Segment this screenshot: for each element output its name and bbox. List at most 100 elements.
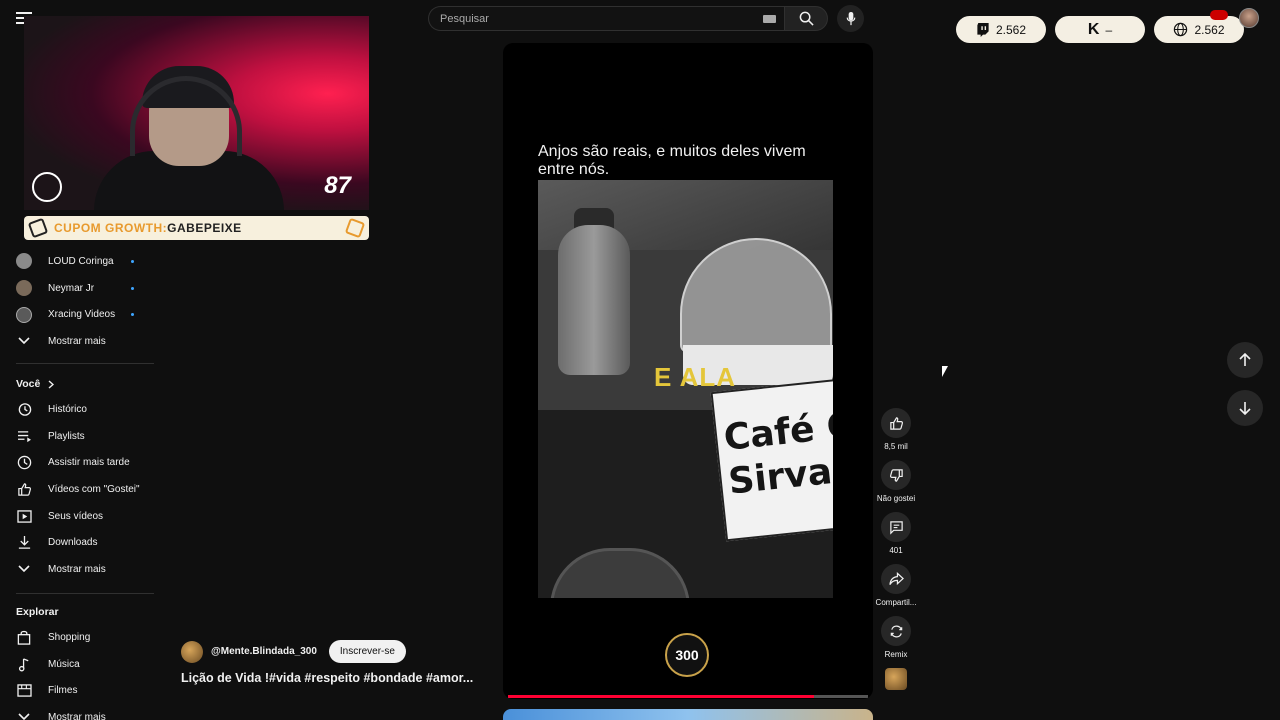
share-icon [888,572,904,586]
account-avatar[interactable] [1239,8,1259,28]
channel-logo-badge: 300 [665,633,709,677]
channel-avatar[interactable] [181,640,203,663]
sidebar-item-liked-videos[interactable]: Vídeos com "Gostei" [0,476,160,503]
like-button[interactable] [881,408,911,438]
new-content-dot [131,313,134,317]
sidebar-item-label: Seus vídeos [48,510,104,522]
sidebar-item-label: Mostrar mais [48,563,106,575]
sidebar-item-playlists[interactable]: Playlists [0,423,160,450]
subscribe-button[interactable]: Inscrever-se [328,640,406,663]
timer-icon [32,172,62,202]
twitch-viewer-count: 2.562 [995,22,1027,37]
total-viewers-pill: 2.562 [1154,16,1244,43]
share-button[interactable] [881,564,911,594]
chevron-down-icon [16,709,32,720]
next-short-button[interactable] [1227,390,1263,426]
microphone-icon [846,11,855,26]
subscriptions-list: LOUD Coringa Neymar Jr Xracing Videos Mo… [0,248,160,355]
shopping-icon [16,629,32,645]
show-more-subscriptions[interactable]: Mostrar mais [0,328,160,355]
sidebar-item-shopping[interactable]: Shopping [0,624,160,651]
sidebar-item-history[interactable]: Histórico [0,396,160,423]
sidebar-item-xracing-videos[interactable]: Xracing Videos [0,301,160,328]
explore-section-header: Explorar [0,600,160,624]
score-counter: 87 [324,172,351,199]
search-placeholder: Pesquisar [440,12,489,25]
you-section: Você Histórico Playlists Assistir mais t… [0,372,160,583]
arrow-up-icon [1239,353,1251,366]
twitch-icon [977,22,989,37]
sidebar-item-loud-coringa[interactable]: LOUD Coringa [0,248,160,275]
you-section-header[interactable]: Você [0,372,160,396]
show-more-you[interactable]: Mostrar mais [0,556,160,583]
comments-button[interactable] [881,512,911,542]
dislike-button[interactable] [881,460,911,490]
shorts-player[interactable]: Anjos são reais, e muitos deles vivem en… [503,43,873,699]
channel-avatar [16,280,32,297]
section-title: Você [16,378,41,390]
channel-name[interactable]: @Mente.Blindada_300 [211,646,317,657]
globe-icon [1174,22,1188,37]
share-action: Compartil... [876,564,916,616]
voice-search-button[interactable] [837,5,864,32]
tag-icon [27,217,49,239]
dislike-action: Não gostei [876,460,916,512]
sidebar-item-label: Filmes [48,685,78,697]
sidebar-item-your-videos[interactable]: Seus vídeos [0,503,160,530]
sidebar-item-movies[interactable]: Filmes [0,677,160,704]
music-icon [16,656,32,672]
previous-short-button[interactable] [1227,342,1263,378]
dislike-label: Não gostei [876,494,916,503]
search-input[interactable]: Pesquisar [428,6,784,31]
arrow-down-icon [1239,402,1251,415]
sidebar-item-label: Shopping [48,631,91,643]
kick-viewer-count: – [1105,22,1113,37]
sidebar-item-label: Neymar Jr [48,282,95,294]
notification-badge[interactable] [1210,10,1228,20]
search-button[interactable] [784,6,828,31]
tag-icon [344,217,366,239]
watch-later-icon [16,455,32,471]
keyboard-icon[interactable] [763,15,776,23]
channel-avatar [16,253,32,270]
download-icon [16,535,32,551]
sidebar-item-label: Música [48,658,80,670]
section-title: Explorar [16,606,59,618]
sidebar-divider [16,593,154,594]
playlists-icon [16,428,32,444]
shorts-actions: 8,5 mil Não gostei 401 Compartil... Remi… [876,408,916,668]
next-short-preview[interactable] [503,709,873,720]
sidebar-item-music[interactable]: Música [0,651,160,678]
show-more-explore[interactable]: Mostrar mais [0,704,160,720]
new-content-dot [131,259,134,263]
twitch-viewers-pill: 2.562 [956,16,1046,43]
sidebar-item-label: Histórico [48,403,87,415]
mouse-cursor [942,366,948,377]
like-icon [16,481,32,497]
remix-action: Remix [876,616,916,668]
share-label: Compartil... [875,598,917,607]
audio-source-thumbnail[interactable] [885,668,907,690]
video-overlay-text: E ALA [654,362,737,392]
search-bar: Pesquisar [428,6,828,31]
sidebar-item-label: Mostrar mais [48,711,106,720]
coupon-prefix: CUPOM GROWTH: [54,221,168,235]
sidebar-item-downloads[interactable]: Downloads [0,529,160,556]
coupon-banner: CUPOM GROWTH: GABEPEIXE [24,216,369,240]
chevron-right-icon [48,379,55,389]
like-count: 8,5 mil [884,442,908,451]
chevron-down-icon [16,561,32,577]
chevron-down-icon [16,333,32,349]
dislike-icon [889,468,903,482]
remix-icon [890,625,902,637]
sidebar-item-neymar-jr[interactable]: Neymar Jr [0,275,160,302]
sidebar-item-label: Playlists [48,430,85,442]
sidebar-item-watch-later[interactable]: Assistir mais tarde [0,449,160,476]
video-progress-fill [508,695,814,698]
video-progress-bar[interactable] [508,695,868,698]
video-title[interactable]: Lição de Vida !#vida #respeito #bondade … [181,671,473,685]
channel-row: @Mente.Blindada_300 Inscrever-se [181,640,406,663]
comment-count: 401 [889,546,903,555]
remix-button[interactable] [881,616,911,646]
cafe-sign-text: Café G Sirva [721,404,833,503]
